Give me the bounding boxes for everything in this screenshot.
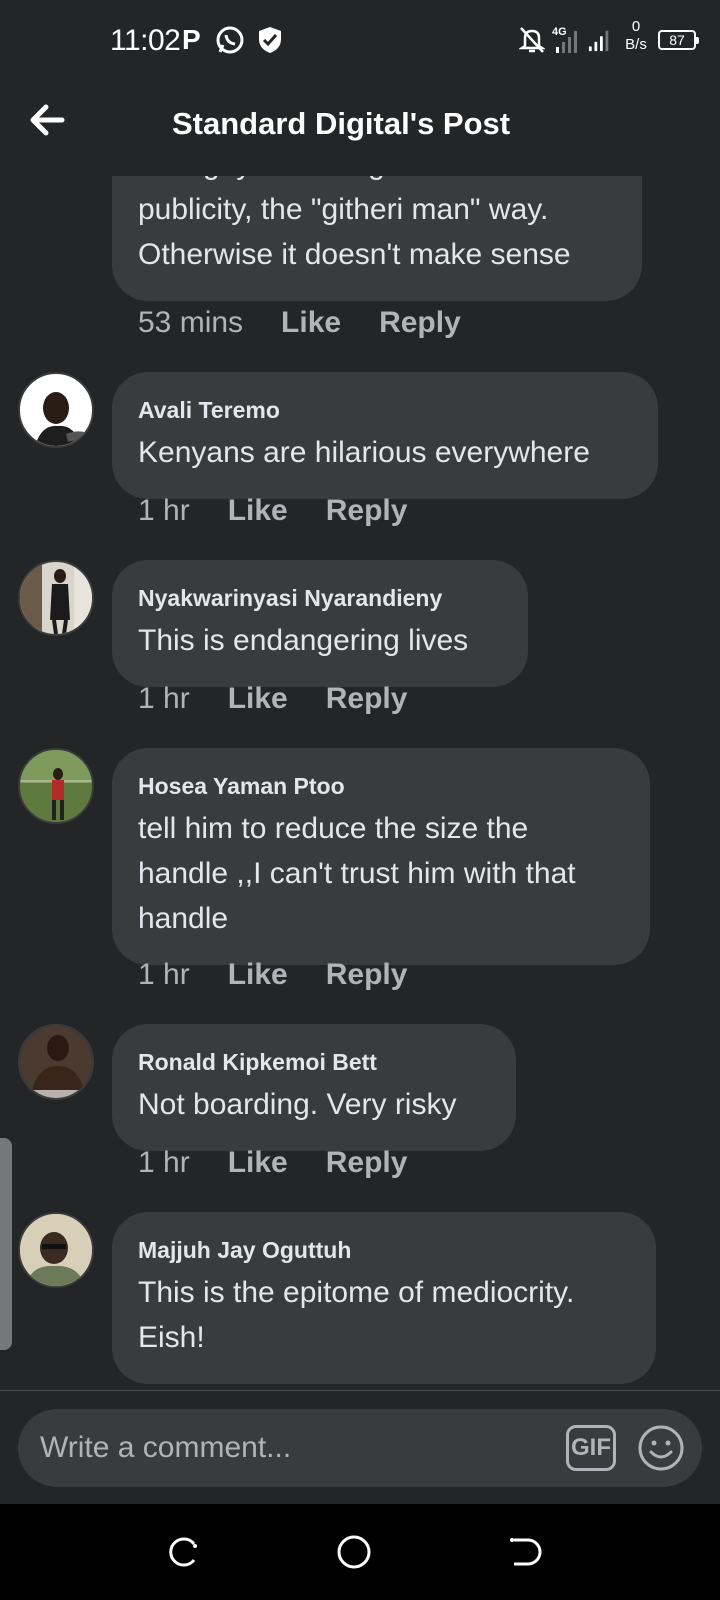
comment-text: Not boarding. Very risky [138,1088,457,1121]
comment-author[interactable]: Ronald Kipkemoi Bett [138,1048,490,1076]
back-arrow-icon[interactable] [28,100,68,140]
reply-button[interactable]: Reply [326,494,408,528]
smiley-icon[interactable] [636,1423,686,1473]
comment-meta: 1 hr Like Reply [138,1146,445,1180]
scroll-handle[interactable] [0,1138,12,1350]
signal-icon [588,24,612,56]
reply-button[interactable]: Reply [326,1146,408,1180]
avatar[interactable] [18,748,94,824]
like-button[interactable]: Like [228,958,288,992]
home-icon[interactable] [334,1532,374,1572]
like-button[interactable]: Like [228,1146,288,1180]
reply-button[interactable]: Reply [379,306,461,340]
comment-bubble[interactable]: Hosea Yaman Ptoo tell him to reduce the … [112,748,650,965]
back-nav-icon[interactable] [504,1532,544,1572]
comment-author[interactable]: Majjuh Jay Oguttuh [138,1236,630,1264]
comment-time: 1 hr [138,682,190,715]
network-type-label: 4G [552,26,567,38]
comment-meta: 1 hr Like Reply [138,682,445,716]
like-button[interactable]: Like [228,494,288,528]
system-nav-bar [0,1504,720,1600]
gif-button[interactable]: GIF [566,1425,616,1471]
comment-bubble[interactable]: Majjuh Jay Oguttuh This is the epitome o… [112,1212,656,1384]
comment-bubble[interactable]: Avali Teremo Kenyans are hilarious every… [112,372,658,499]
comment-meta: 1 hr Like Reply [138,958,445,992]
comment-input[interactable] [40,1409,540,1487]
comment-composer: GIF [0,1390,720,1504]
comment-bubble[interactable]: Nyakwarinyasi Nyarandieny This is endang… [112,560,528,687]
net-speed-unit: B/s [625,36,647,53]
avatar[interactable] [18,1212,94,1288]
reply-button[interactable]: Reply [326,682,408,716]
like-button[interactable]: Like [281,306,341,340]
whatsapp-icon [214,24,246,56]
comment-text: This guy is looking for fame and publici… [138,176,571,271]
recents-icon[interactable] [164,1532,204,1572]
comment-time: 53 mins [138,306,244,339]
comment-author[interactable]: Avali Teremo [138,396,632,424]
comment-meta: 1 hr Like Reply [138,494,445,528]
page-title: Standard Digital's Post [172,106,511,141]
comment-bubble[interactable]: Ronald Kipkemoi Bett Not boarding. Very … [112,1024,516,1151]
signal-4g-icon: 4G [552,24,582,56]
p-app-icon: P [182,24,201,55]
comment-text: tell him to reduce the size the handle ,… [138,812,576,935]
comment-time: 1 hr [138,1146,190,1179]
comment-bubble[interactable]: This guy is looking for fame and publici… [112,176,642,301]
net-speed: 0 B/s [620,18,652,54]
comment-time: 1 hr [138,494,190,527]
comment-text: Kenyans are hilarious everywhere [138,436,590,469]
status-time: 11:02 [110,24,181,57]
comment-text: This is the epitome of mediocrity. Eish! [138,1276,575,1354]
avatar[interactable] [18,1024,94,1100]
avatar[interactable] [18,372,94,448]
comment-time: 1 hr [138,958,190,991]
status-bar: 11:02 P 4G 0 B/s 87 [0,0,720,80]
comment-author[interactable]: Hosea Yaman Ptoo [138,772,624,800]
battery-indicator: 87 [658,30,699,50]
app-header: Standard Digital's Post [0,80,720,176]
comment-meta: 53 mins Like Reply [138,306,499,340]
comment-author[interactable]: Nyakwarinyasi Nyarandieny [138,584,502,612]
avatar[interactable] [18,560,94,636]
net-speed-value: 0 [631,18,641,35]
composer-box[interactable]: GIF [18,1409,702,1487]
comments-feed[interactable]: This guy is looking for fame and publici… [0,176,720,1392]
bell-off-icon [518,24,546,56]
like-button[interactable]: Like [228,682,288,716]
shield-icon [256,24,284,56]
reply-button[interactable]: Reply [326,958,408,992]
comment-text: This is endangering lives [138,624,469,657]
